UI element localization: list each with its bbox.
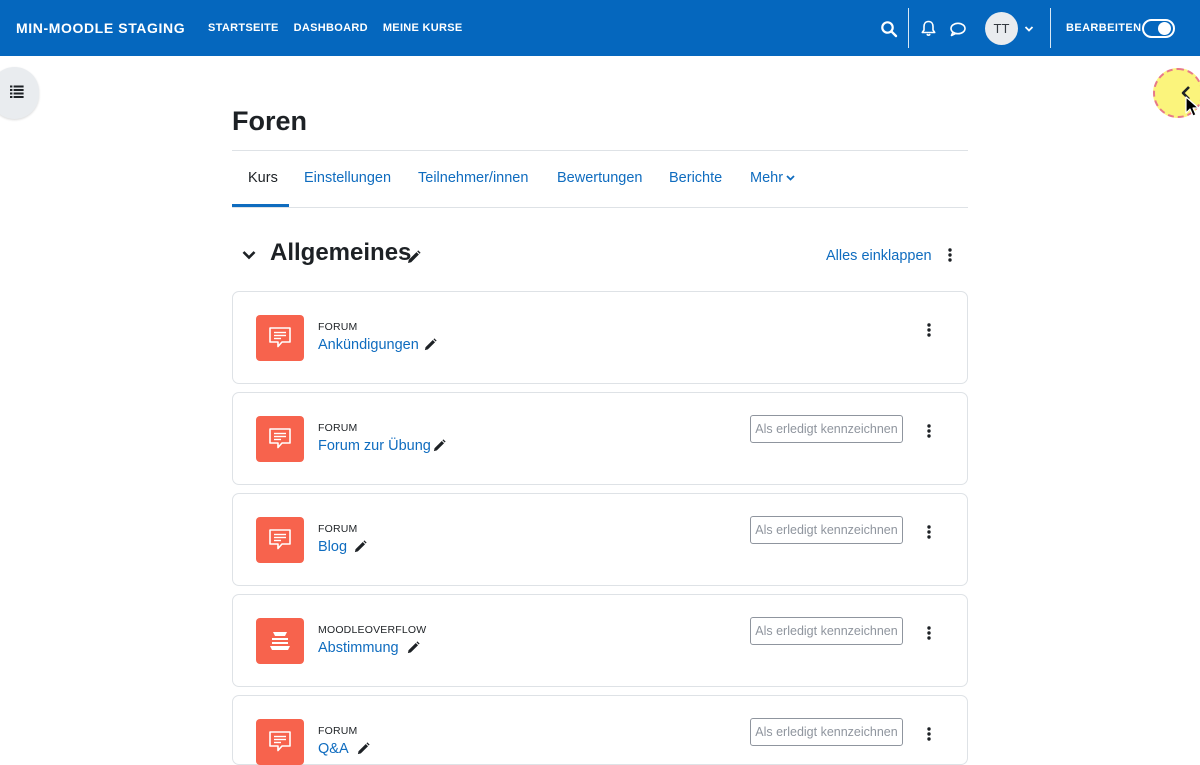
kebab-menu-icon[interactable] (925, 727, 933, 741)
activity-card: FORUM Blog Als erledigt kennzeichnen (232, 493, 968, 586)
mark-as-done-button[interactable]: Als erledigt kennzeichnen (750, 415, 903, 443)
kebab-menu-icon[interactable] (946, 248, 954, 262)
pencil-icon[interactable] (356, 742, 370, 756)
tab-more[interactable]: Mehr (750, 170, 795, 186)
activity-type-label: FORUM (318, 422, 358, 434)
pencil-icon[interactable] (423, 338, 437, 352)
nav-link-home[interactable]: STARTSEITE (208, 22, 279, 34)
notification-bell-icon[interactable] (920, 20, 937, 37)
activity-type-label: FORUM (318, 725, 358, 737)
mark-as-done-button[interactable]: Als erledigt kennzeichnen (750, 516, 903, 544)
kebab-menu-icon[interactable] (925, 525, 933, 539)
forum-icon[interactable] (256, 416, 304, 462)
kebab-menu-icon[interactable] (925, 626, 933, 640)
chevron-down-icon[interactable] (1024, 24, 1034, 34)
forum-icon[interactable] (256, 719, 304, 765)
site-brand[interactable]: MIN-MOODLE STAGING (16, 20, 185, 36)
nav-link-dashboard[interactable]: DASHBOARD (294, 22, 368, 34)
secondary-navigation-tabs: Kurs Einstellungen Teilnehmer/innen Bewe… (232, 151, 968, 208)
kebab-menu-icon[interactable] (925, 323, 933, 337)
navbar-divider (908, 8, 909, 48)
tab-participants[interactable]: Teilnehmer/innen (418, 170, 528, 186)
mark-as-done-button[interactable]: Als erledigt kennzeichnen (750, 718, 903, 746)
activity-link[interactable]: Blog (318, 539, 347, 555)
list-icon (10, 85, 24, 98)
forum-icon[interactable] (256, 315, 304, 361)
edit-mode-label: BEARBEITEN (1066, 22, 1142, 34)
tab-more-label: Mehr (750, 170, 784, 186)
section-title: Allgemeines (270, 239, 412, 266)
search-icon[interactable] (880, 20, 898, 38)
collapse-all-link[interactable]: Alles einklappen (826, 248, 932, 264)
tab-course[interactable]: Kurs (248, 170, 278, 186)
activity-card: FORUM Forum zur Übung Als erledigt kennz… (232, 392, 968, 485)
pencil-icon[interactable] (406, 250, 421, 265)
active-tab-indicator (232, 204, 289, 207)
tab-settings[interactable]: Einstellungen (304, 170, 391, 186)
moodleoverflow-icon[interactable] (256, 618, 304, 664)
chevron-down-icon (786, 175, 795, 181)
activity-type-label: FORUM (318, 321, 358, 333)
tab-reports[interactable]: Berichte (669, 170, 722, 186)
messages-chat-icon[interactable] (949, 20, 967, 38)
user-avatar[interactable]: TT (985, 12, 1018, 45)
toggle-knob (1158, 22, 1171, 35)
activity-link[interactable]: Ankündigungen (318, 337, 419, 353)
navbar-divider (1050, 8, 1051, 48)
edit-mode-toggle[interactable] (1142, 19, 1175, 38)
mark-as-done-button[interactable]: Als erledigt kennzeichnen (750, 617, 903, 645)
activity-card: FORUM Q&A Als erledigt kennzeichnen (232, 695, 968, 765)
activity-link[interactable]: Abstimmung (318, 640, 399, 656)
primary-navigation: STARTSEITE DASHBOARD MEINE KURSE (208, 22, 463, 34)
activity-type-label: FORUM (318, 523, 358, 535)
activity-type-label: MOODLEOVERFLOW (318, 624, 427, 636)
course-index-drawer-button[interactable] (0, 67, 39, 119)
activity-card: FORUM Ankündigungen (232, 291, 968, 384)
mouse-cursor-icon (1185, 96, 1200, 117)
forum-icon[interactable] (256, 517, 304, 563)
chevron-down-icon[interactable] (242, 250, 256, 260)
pencil-icon[interactable] (432, 439, 446, 453)
page-title: Foren (232, 106, 308, 136)
top-navbar: MIN-MOODLE STAGING STARTSEITE DASHBOARD … (0, 0, 1200, 56)
pencil-icon[interactable] (353, 540, 367, 554)
kebab-menu-icon[interactable] (925, 424, 933, 438)
activity-link[interactable]: Forum zur Übung (318, 438, 431, 454)
pencil-icon[interactable] (406, 641, 420, 655)
activity-link[interactable]: Q&A (318, 741, 349, 757)
nav-link-my-courses[interactable]: MEINE KURSE (383, 22, 463, 34)
activity-card: MOODLEOVERFLOW Abstimmung Als erledigt k… (232, 594, 968, 687)
tab-grades[interactable]: Bewertungen (557, 170, 642, 186)
